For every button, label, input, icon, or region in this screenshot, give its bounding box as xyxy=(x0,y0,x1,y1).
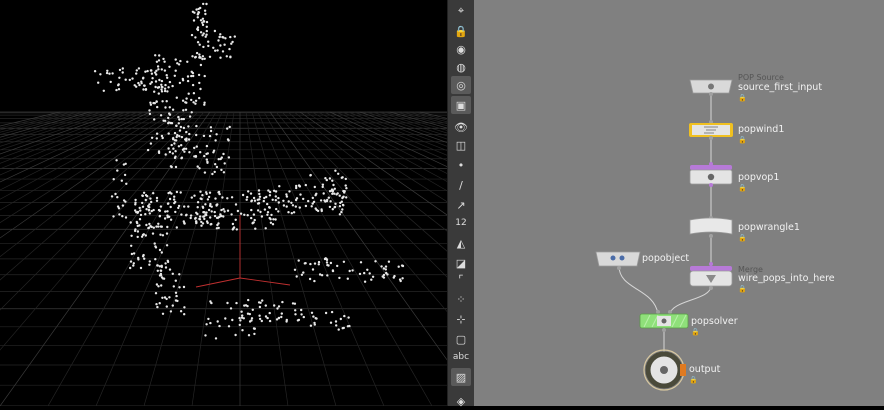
wire-popobject-popsolver[interactable] xyxy=(618,265,659,315)
node-label-wire-pops-into-here[interactable]: wire_pops_into_here xyxy=(738,273,835,284)
node-label-popwrangle1[interactable]: popwrangle1 xyxy=(738,222,800,233)
node-popobject[interactable] xyxy=(595,251,641,270)
lock-icon[interactable]: 🔒 xyxy=(738,234,747,242)
scatter-icon[interactable]: ⊹ xyxy=(451,310,471,328)
node-label-output[interactable]: output xyxy=(689,364,720,375)
image-icon[interactable]: ▨ xyxy=(451,368,471,386)
particle-cloud xyxy=(93,2,405,340)
grid-points-icon[interactable]: ⁘ xyxy=(451,290,471,308)
vector-icon[interactable]: ↗ xyxy=(451,196,471,214)
numbers-icon[interactable]: 12 xyxy=(451,214,471,232)
network-editor[interactable]: POP Source source_first_input 🔒 popwind1… xyxy=(474,0,884,406)
node-label-popobject[interactable]: popobject xyxy=(642,253,689,264)
ground-grid xyxy=(0,111,447,406)
node-popsolver[interactable] xyxy=(639,310,689,332)
lock-icon[interactable]: 🔒 xyxy=(738,136,747,144)
lock-icon[interactable]: 🔒 xyxy=(691,328,700,336)
node-label-popsolver[interactable]: popsolver xyxy=(691,316,738,327)
node-popwind1[interactable] xyxy=(689,120,733,140)
display-icon[interactable]: ◫ xyxy=(451,136,471,154)
origin-axes xyxy=(195,215,291,288)
text-icon[interactable]: abc xyxy=(451,348,471,366)
lock-icon[interactable]: 🔒 xyxy=(738,285,747,293)
viewport-toolbar: ⌖ 🔒 ◉ ◍ ◎ ▣ 👁 ◫ • / ↗ 12 ◭ ◪ ⌜ ⁘ ⊹ ▢ abc ▨ ◈ xyxy=(447,0,475,408)
lock-icon[interactable]: 🔒 xyxy=(689,376,698,384)
lock-icon[interactable]: 🔒 xyxy=(738,184,747,192)
node-output[interactable] xyxy=(643,349,686,391)
sphere-icon[interactable]: ◍ xyxy=(451,58,471,76)
lock-icon[interactable]: 🔒 xyxy=(451,22,471,40)
box-icon[interactable]: ▢ xyxy=(451,330,471,348)
visibility-icon[interactable]: 👁 xyxy=(451,118,471,136)
edge-icon[interactable]: / xyxy=(451,176,471,194)
corner-icon[interactable]: ⌜ xyxy=(451,270,471,288)
light-icon[interactable]: ◎ xyxy=(451,76,471,94)
select-icon[interactable]: ⌖ xyxy=(451,2,471,20)
node-label-popvop1[interactable]: popvop1 xyxy=(738,172,779,183)
render-icon[interactable]: ▣ xyxy=(451,96,471,114)
wire-merge-popsolver[interactable] xyxy=(669,285,712,315)
camera-icon[interactable]: ◉ xyxy=(451,40,471,58)
node-type-pop-source: POP Source xyxy=(738,73,784,82)
node-popwrangle1[interactable] xyxy=(689,216,733,238)
node-popvop1[interactable] xyxy=(689,162,733,187)
lock-icon[interactable]: 🔒 xyxy=(738,94,747,102)
pin-icon[interactable]: ◈ xyxy=(451,392,471,410)
network-canvas[interactable] xyxy=(474,0,884,406)
node-label-source-first-input[interactable]: source_first_input xyxy=(738,82,822,93)
node-source-first-input[interactable] xyxy=(689,79,733,96)
viewport-canvas[interactable] xyxy=(0,0,447,406)
point-icon[interactable]: • xyxy=(451,156,471,174)
3d-viewport[interactable] xyxy=(0,0,447,406)
paint-icon[interactable]: ◭ xyxy=(451,234,471,252)
node-label-popwind1[interactable]: popwind1 xyxy=(738,124,784,135)
node-wire-pops-into-here[interactable] xyxy=(689,262,733,290)
